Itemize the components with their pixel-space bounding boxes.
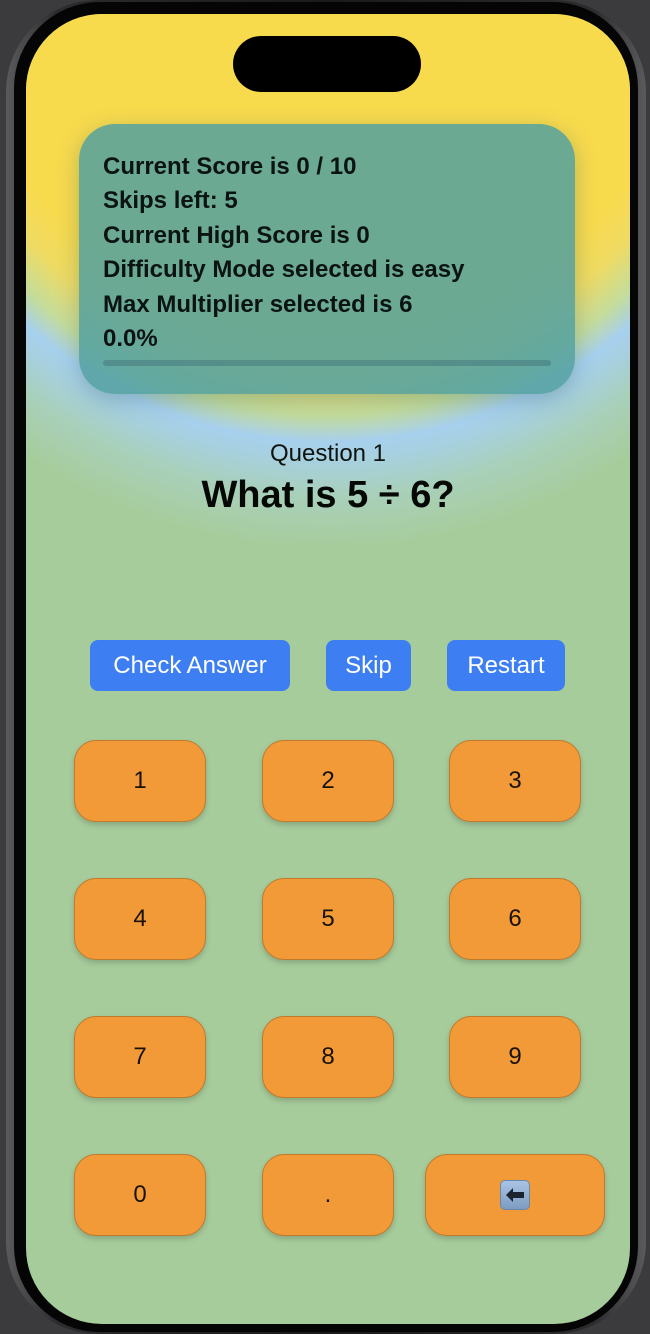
difficulty-text: Difficulty Mode selected is easy	[103, 256, 465, 283]
dynamic-island	[233, 36, 421, 92]
left-arrow-icon-glyph	[506, 1188, 524, 1202]
question-text: What is 5 ÷ 6?	[201, 474, 455, 516]
key-8[interactable]: 8	[262, 1016, 394, 1098]
key-2[interactable]: 2	[262, 740, 394, 822]
check-answer-button[interactable]: Check Answer	[90, 640, 290, 691]
stats-card: Current Score is 0 / 10 Skips left: 5 Cu…	[79, 124, 575, 394]
key-4[interactable]: 4	[74, 878, 206, 960]
device: Current Score is 0 / 10 Skips left: 5 Cu…	[0, 0, 650, 1334]
key-0[interactable]: 0	[74, 1154, 206, 1236]
key-6[interactable]: 6	[449, 878, 581, 960]
left-arrow-icon	[500, 1180, 530, 1210]
progress-percent: 0.0%	[103, 325, 158, 352]
score-text: Current Score is 0 / 10	[103, 153, 357, 180]
restart-button[interactable]: Restart	[447, 640, 565, 691]
key-5[interactable]: 5	[262, 878, 394, 960]
progress-bar	[103, 360, 551, 366]
app-screen: Current Score is 0 / 10 Skips left: 5 Cu…	[26, 14, 630, 1324]
key-3[interactable]: 3	[449, 740, 581, 822]
question-number: Question 1	[269, 440, 387, 467]
key-1[interactable]: 1	[74, 740, 206, 822]
key-7[interactable]: 7	[74, 1016, 206, 1098]
high-score-text: Current High Score is 0	[103, 222, 370, 249]
skip-button[interactable]: Skip	[326, 640, 411, 691]
key-9[interactable]: 9	[449, 1016, 581, 1098]
key-decimal[interactable]: .	[262, 1154, 394, 1236]
multiplier-text: Max Multiplier selected is 6	[103, 291, 413, 318]
skips-text: Skips left: 5	[103, 187, 238, 214]
backspace-button[interactable]	[425, 1154, 605, 1236]
